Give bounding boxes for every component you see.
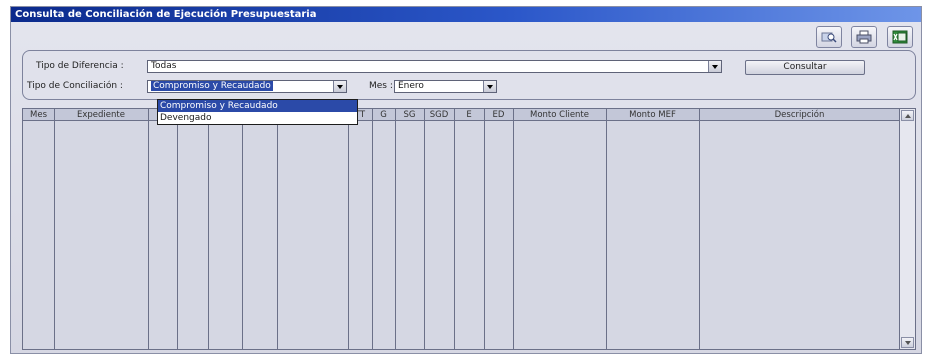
filter-panel: Tipo de Diferencia : Todas Consultar Tip…: [22, 50, 916, 100]
col-header-sgd[interactable]: SGD: [424, 109, 454, 121]
print-icon: [856, 30, 872, 44]
column-divider: [513, 109, 514, 350]
mes-select[interactable]: Enero: [394, 80, 497, 93]
column-divider: [395, 109, 396, 350]
column-divider: [606, 109, 607, 350]
col-header-e[interactable]: E: [454, 109, 484, 121]
tipo-diferencia-label: Tipo de Diferencia :: [36, 61, 124, 71]
col-header-g[interactable]: G: [372, 109, 395, 121]
dropdown-option-compromiso[interactable]: Compromiso y Recaudado: [158, 100, 357, 112]
column-divider: [424, 109, 425, 350]
col-header-sg[interactable]: SG: [395, 109, 424, 121]
scroll-down-icon[interactable]: [901, 337, 914, 348]
main-window: Consulta de Conciliación de Ejecución Pr…: [10, 6, 922, 354]
column-divider: [454, 109, 455, 350]
search-icon: [821, 32, 837, 43]
tipo-conciliacion-value: Compromiso y Recaudado: [151, 81, 273, 91]
tipo-conciliacion-label: Tipo de Conciliación :: [27, 81, 123, 91]
vertical-scrollbar[interactable]: [899, 109, 915, 349]
col-header-monto-cliente[interactable]: Monto Cliente: [513, 109, 606, 121]
search-button[interactable]: [816, 26, 842, 48]
column-divider: [277, 109, 278, 350]
consultar-button[interactable]: Consultar: [745, 60, 865, 75]
column-divider: [484, 109, 485, 350]
col-header-monto-mef[interactable]: Monto MEF: [606, 109, 699, 121]
scroll-up-icon[interactable]: [901, 110, 914, 121]
tipo-conciliacion-select[interactable]: Compromiso y Recaudado: [147, 80, 347, 93]
col-header-mes[interactable]: Mes: [23, 109, 54, 121]
chevron-down-icon[interactable]: [333, 81, 346, 92]
column-divider: [148, 109, 149, 350]
col-header-descripcion[interactable]: Descripción: [699, 109, 900, 121]
tipo-diferencia-value: Todas: [151, 61, 177, 71]
window-title: Consulta de Conciliación de Ejecución Pr…: [11, 7, 921, 22]
results-grid[interactable]: Mes Expediente TT G SG SGD E ED Monto Cl…: [22, 108, 916, 350]
col-header-expediente[interactable]: Expediente: [54, 109, 148, 121]
print-button[interactable]: [851, 26, 877, 48]
mes-value: Enero: [398, 81, 424, 91]
chevron-down-icon[interactable]: [708, 61, 721, 72]
chevron-down-icon[interactable]: [483, 81, 496, 92]
col-header-ed[interactable]: ED: [484, 109, 513, 121]
column-divider: [242, 109, 243, 350]
column-divider: [54, 109, 55, 350]
mes-label: Mes :: [369, 81, 393, 91]
column-divider: [208, 109, 209, 350]
column-divider: [699, 109, 700, 350]
column-divider: [372, 109, 373, 350]
column-divider: [348, 109, 349, 350]
excel-icon: [892, 30, 908, 44]
column-divider: [177, 109, 178, 350]
tipo-conciliacion-dropdown[interactable]: Compromiso y Recaudado Devengado: [157, 99, 358, 125]
dropdown-option-devengado[interactable]: Devengado: [158, 112, 357, 124]
excel-button[interactable]: [887, 26, 913, 48]
tipo-diferencia-select[interactable]: Todas: [147, 60, 722, 73]
